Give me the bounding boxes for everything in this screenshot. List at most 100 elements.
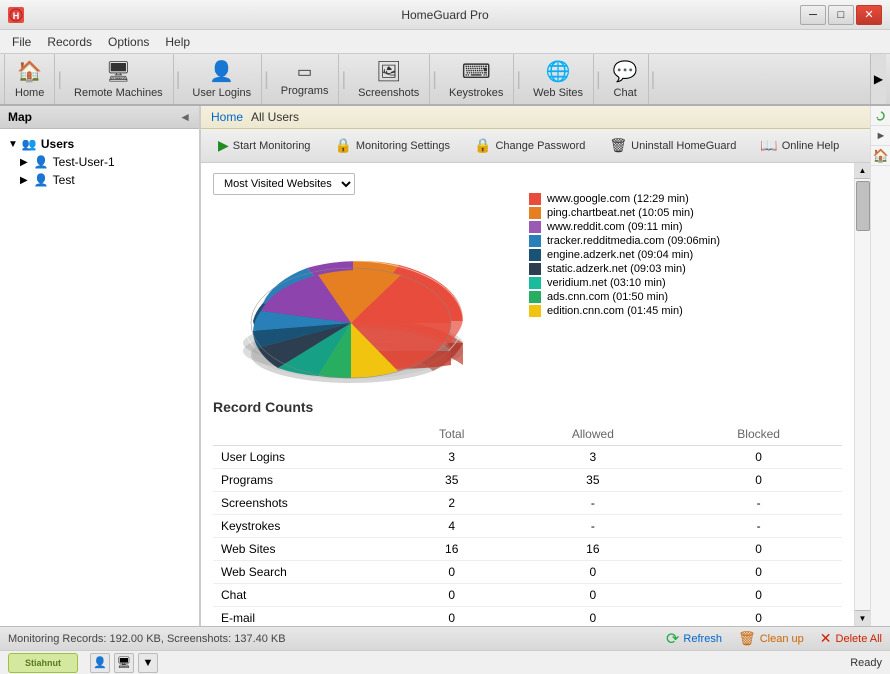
legend-color-0: [529, 193, 541, 205]
menu-help[interactable]: Help: [157, 33, 198, 51]
action-bar: ▶ Start Monitoring 🔒 Monitoring Settings…: [201, 129, 870, 163]
toolbar-websites[interactable]: 🌐 Web Sites: [523, 54, 594, 104]
user-icon-1: 👤: [34, 155, 49, 169]
bottom-icon-user[interactable]: 👤: [90, 653, 110, 673]
delete-all-icon: ✕: [820, 630, 832, 647]
maximize-button[interactable]: □: [828, 5, 854, 25]
menu-options[interactable]: Options: [100, 33, 157, 51]
refresh-icon: ⟳: [666, 629, 679, 649]
table-header: Total Allowed Blocked: [213, 423, 842, 446]
row-allowed-5: 0: [510, 561, 675, 584]
record-counts-title: Record Counts: [213, 399, 842, 415]
legend-label-4: engine.adzerk.net (09:04 min): [547, 249, 693, 261]
uninstall-button[interactable]: 🗑 Uninstall HomeGuard: [600, 133, 745, 158]
bottom-icon-monitor[interactable]: 🖥: [114, 653, 134, 673]
legend-color-3: [529, 235, 541, 247]
tree-node-test[interactable]: ▶ 👤 Test: [4, 171, 195, 189]
scroll-down-arrow[interactable]: ▼: [855, 610, 870, 626]
row-allowed-1: 35: [510, 469, 675, 492]
toolbar: 🏠 Home | 🖥 Remote Machines | 👤 User Logi…: [0, 54, 890, 106]
right-btn-arrow[interactable]: ►: [871, 126, 890, 146]
toolbar-sep-7: |: [596, 69, 601, 90]
toolbar-user-logins[interactable]: 👤 User Logins: [182, 54, 262, 104]
online-help-button[interactable]: 📖 Online Help: [751, 133, 848, 158]
scroll-thumb[interactable]: [856, 181, 870, 231]
change-password-button[interactable]: 🔒 Change Password: [465, 133, 594, 158]
refresh-icon: [875, 110, 887, 122]
start-monitoring-button[interactable]: ▶ Start Monitoring: [209, 133, 319, 158]
start-monitoring-icon: ▶: [218, 137, 229, 154]
header-row: Total Allowed Blocked: [213, 423, 842, 446]
users-expand-icon: ▼: [8, 139, 18, 150]
menu-file[interactable]: File: [4, 33, 39, 51]
right-btn-refresh[interactable]: [871, 106, 890, 126]
tree-root-users[interactable]: ▼ 👥 Users: [4, 135, 195, 153]
menu-records[interactable]: Records: [39, 33, 100, 51]
chart-legend: www.google.com (12:29 min) ping.chartbea…: [529, 173, 842, 383]
breadcrumb-home[interactable]: Home: [211, 110, 243, 124]
row-allowed-7: 0: [510, 607, 675, 627]
online-help-icon: 📖: [760, 137, 777, 154]
col-blocked: Blocked: [675, 423, 842, 446]
legend-label-2: www.reddit.com (09:11 min): [547, 221, 683, 233]
titlebar: H HomeGuard Pro ─ □ ✕: [0, 0, 890, 30]
keystrokes-icon: ⌨: [462, 59, 491, 84]
map-header: Map ◄: [0, 106, 199, 129]
chart-section: Most Visited Websites Most Used Programs…: [213, 173, 842, 383]
pie-chart: [213, 203, 493, 383]
bottom-dropdown[interactable]: ▼: [138, 653, 158, 673]
minimize-button[interactable]: ─: [800, 5, 826, 25]
col-allowed: Allowed: [510, 423, 675, 446]
close-button[interactable]: ✕: [856, 5, 882, 25]
toolbar-userlogins-label: User Logins: [192, 87, 251, 99]
legend-item-5: static.adzerk.net (09:03 min): [529, 263, 842, 275]
toolbar-websites-label: Web Sites: [533, 87, 583, 99]
legend-item-0: www.google.com (12:29 min): [529, 193, 842, 205]
delete-all-button[interactable]: ✕ Delete All: [820, 630, 882, 647]
row-allowed-4: 16: [510, 538, 675, 561]
bottombar: Stiahnut 👤 🖥 ▼ Ready: [0, 650, 890, 674]
row-name-1: Programs: [213, 469, 393, 492]
toolbar-scroll[interactable]: ▶: [870, 54, 886, 104]
tree-node-label-2: Test: [53, 173, 75, 187]
toolbar-screenshots[interactable]: 🖼 Screenshots: [348, 54, 430, 104]
menubar: File Records Options Help: [0, 30, 890, 54]
refresh-button[interactable]: ⟳ Refresh: [666, 629, 722, 649]
user-icon-2: 👤: [34, 173, 49, 187]
tree-node-test-user-1[interactable]: ▶ 👤 Test-User-1: [4, 153, 195, 171]
toolbar-home[interactable]: 🏠 Home: [4, 54, 55, 104]
uninstall-label: Uninstall HomeGuard: [631, 140, 736, 152]
row-allowed-3: -: [510, 515, 675, 538]
toolbar-remote-machines[interactable]: 🖥 Remote Machines: [64, 54, 174, 104]
expand-icon-2: ▶: [20, 175, 28, 186]
row-blocked-5: 0: [675, 561, 842, 584]
right-btn-home[interactable]: 🏠: [871, 146, 890, 166]
delete-all-label: Delete All: [836, 633, 882, 645]
user-logins-icon: 👤: [209, 59, 234, 84]
panel-pin-button[interactable]: ◄: [179, 110, 191, 124]
vertical-scrollbar[interactable]: ▲ ▼: [854, 163, 870, 626]
toolbar-home-label: Home: [15, 87, 44, 99]
toolbar-programs[interactable]: ▭ Programs: [271, 54, 340, 104]
scroll-up-arrow[interactable]: ▲: [855, 163, 870, 179]
chat-icon: 💬: [613, 59, 638, 84]
legend-color-8: [529, 305, 541, 317]
toolbar-sep-2: |: [176, 69, 181, 90]
row-total-7: 0: [393, 607, 510, 627]
chart-dropdown[interactable]: Most Visited Websites Most Used Programs…: [213, 173, 355, 195]
refresh-label: Refresh: [683, 633, 722, 645]
row-name-7: E-mail: [213, 607, 393, 627]
toolbar-keystrokes[interactable]: ⌨ Keystrokes: [439, 54, 514, 104]
record-counts-section: Record Counts Total Allowed Blocked: [213, 399, 842, 626]
toolbar-chat-label: Chat: [614, 87, 637, 99]
toolbar-sep-4: |: [341, 69, 346, 90]
content-with-scroll: Most Visited Websites Most Used Programs…: [201, 163, 870, 626]
col-name: [213, 423, 393, 446]
toolbar-chat[interactable]: 💬 Chat: [603, 54, 649, 104]
table-row: Programs 35 35 0: [213, 469, 842, 492]
cleanup-button[interactable]: 🗑 Clean up: [738, 630, 804, 647]
row-total-1: 35: [393, 469, 510, 492]
row-total-4: 16: [393, 538, 510, 561]
monitoring-settings-button[interactable]: 🔒 Monitoring Settings: [325, 133, 459, 158]
row-total-3: 4: [393, 515, 510, 538]
